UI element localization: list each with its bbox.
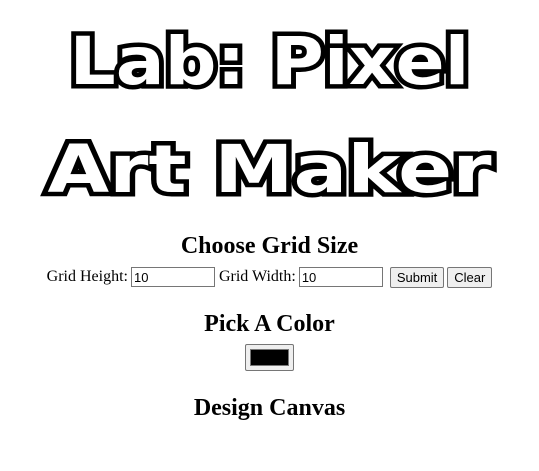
- title-line-1: Lab: Pixel: [70, 23, 470, 100]
- page-title-logo: Lab: Pixel Art Maker: [43, 19, 497, 213]
- color-picker[interactable]: [245, 344, 294, 371]
- grid-size-form: Grid Height: Grid Width: Submit Clear: [0, 264, 539, 290]
- submit-button[interactable]: Submit: [389, 266, 445, 288]
- color-picker-swatch: [250, 349, 289, 366]
- clear-button[interactable]: Clear: [447, 266, 493, 288]
- page: Lab: Pixel Art Maker Choose Grid Size Gr…: [0, 0, 539, 471]
- title-line-2: Art Maker: [48, 131, 493, 208]
- grid-height-input[interactable]: [130, 267, 215, 287]
- grid-width-input[interactable]: [298, 267, 383, 287]
- design-canvas-heading: Design Canvas: [193, 395, 346, 421]
- grid-height-label: Grid Height:: [46, 268, 128, 285]
- pick-color-heading: Pick A Color: [204, 311, 335, 337]
- grid-width-label: Grid Width:: [218, 268, 296, 285]
- grid-size-heading: Choose Grid Size: [180, 233, 359, 259]
